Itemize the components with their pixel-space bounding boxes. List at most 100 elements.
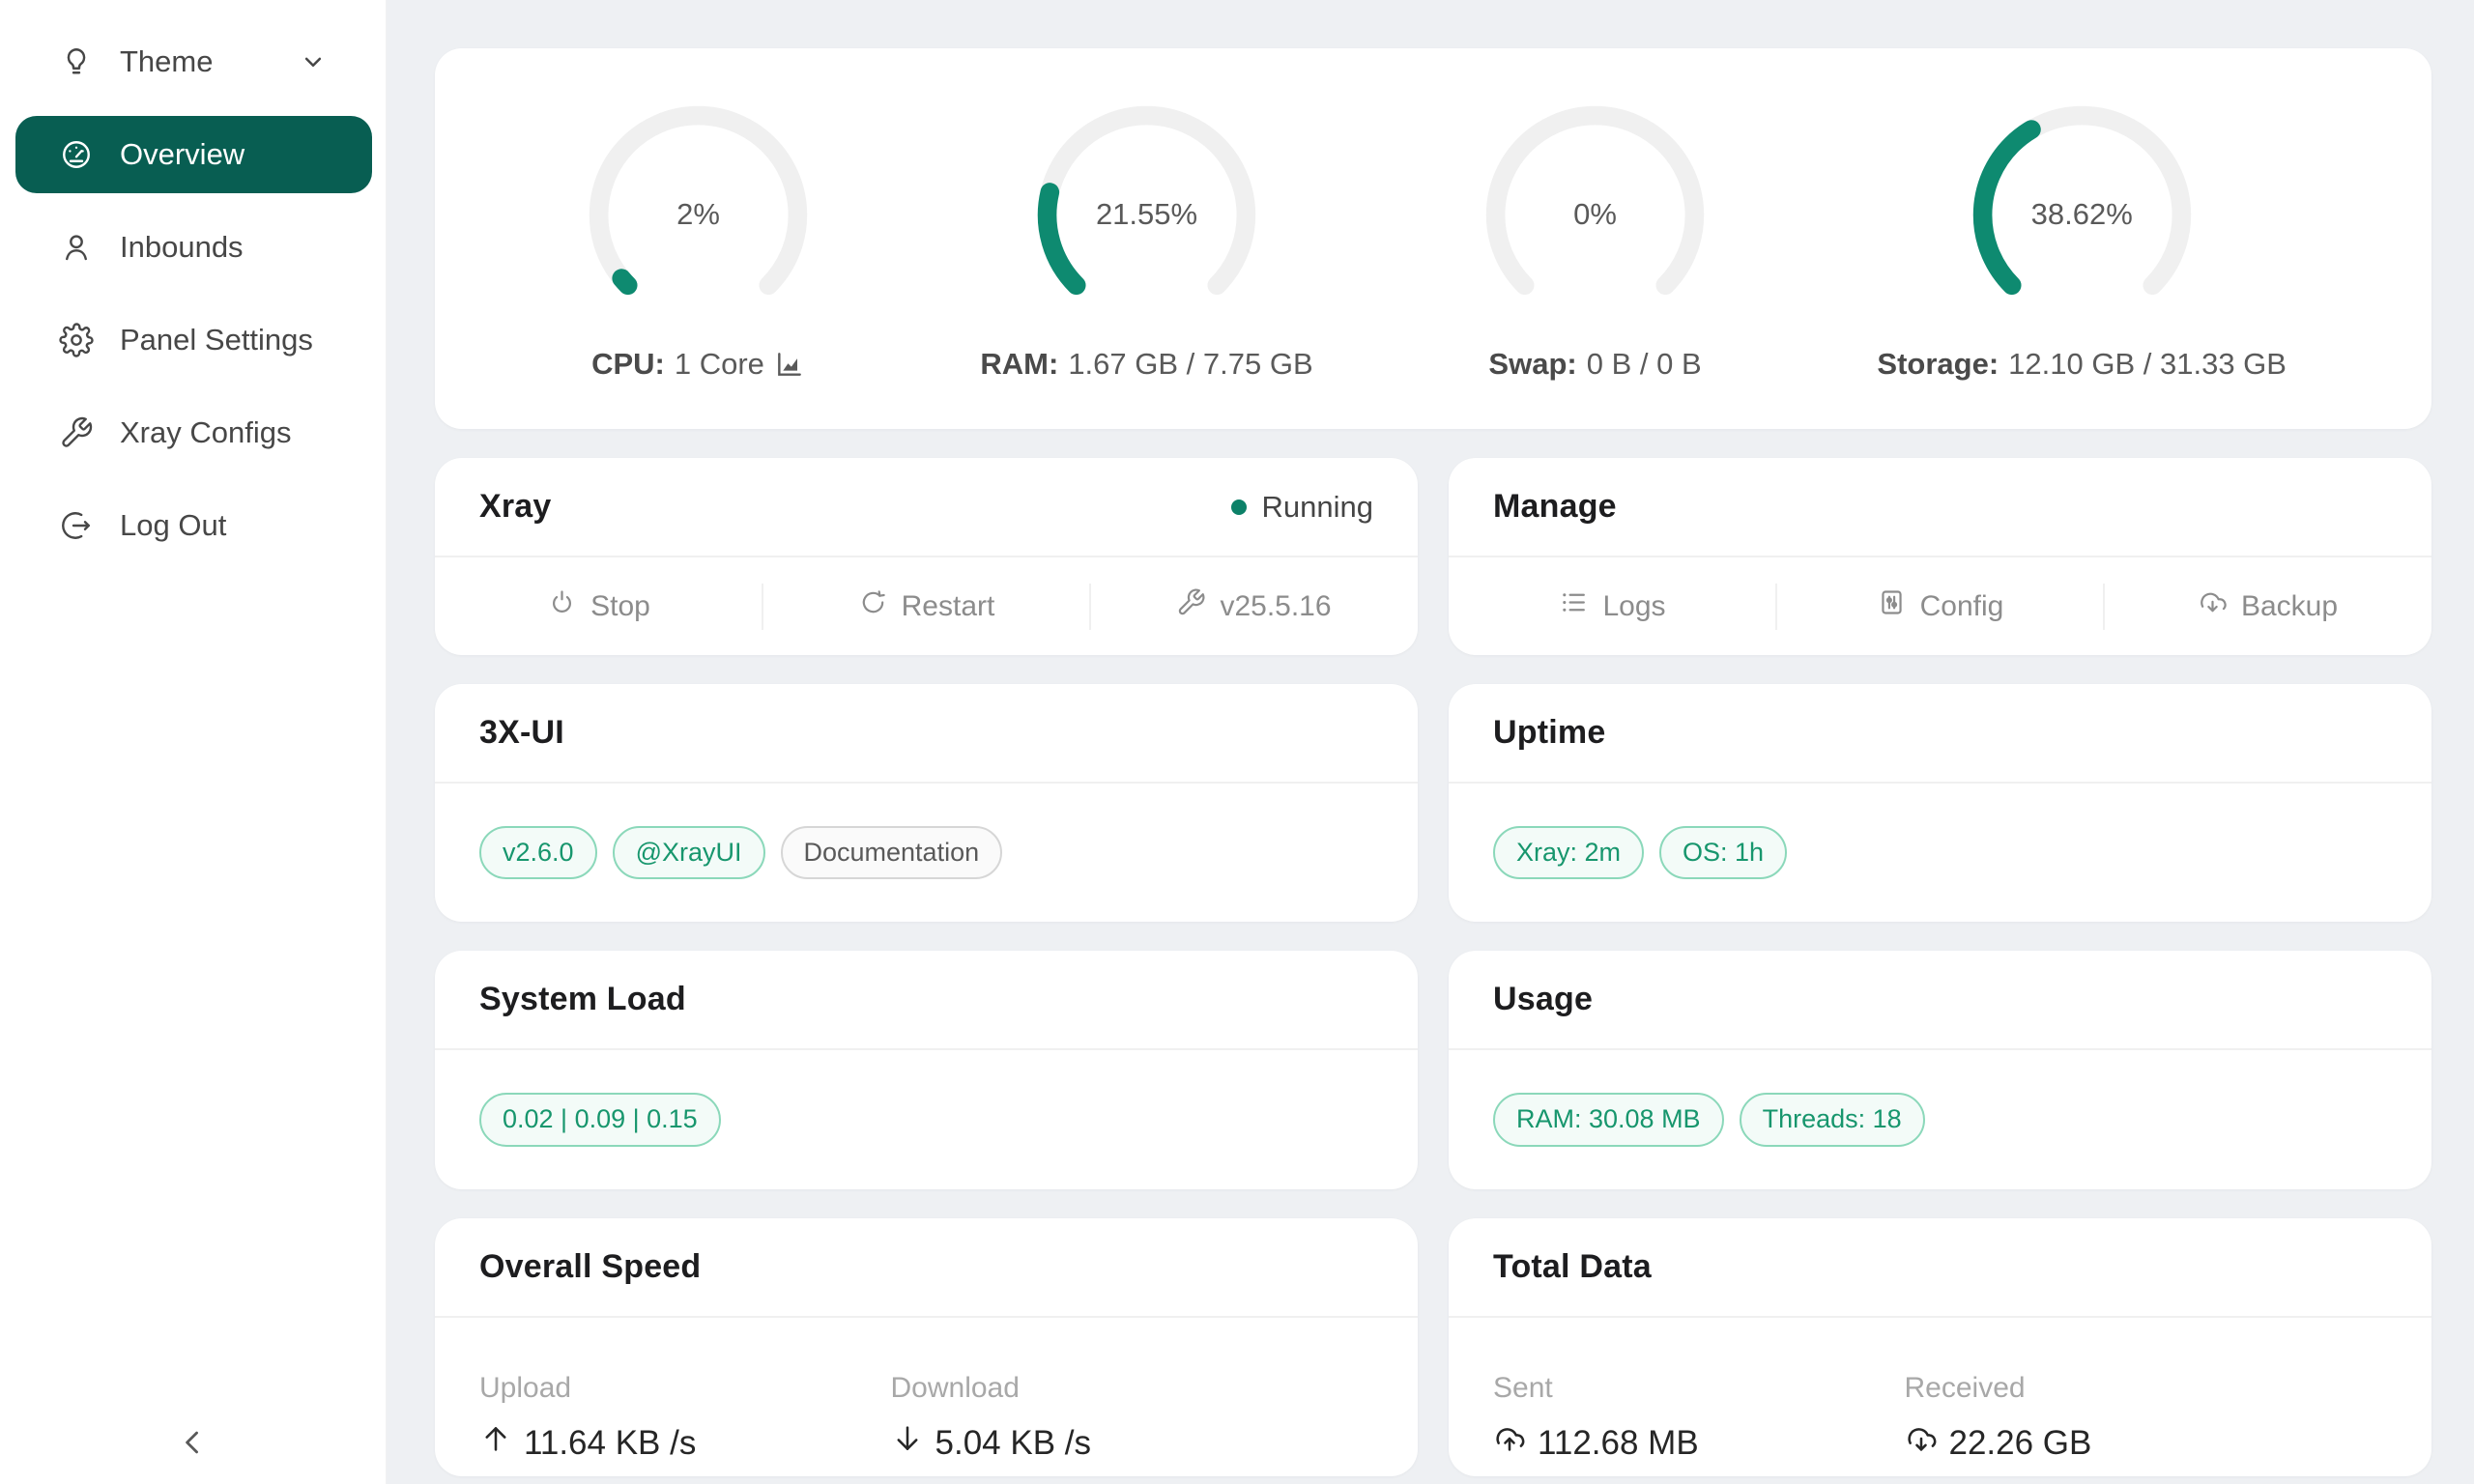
overall-speed-card: Overall Speed Upload 11.64 KB /s Downl — [435, 1218, 1418, 1476]
ram-usage-badge: RAM: 30.08 MB — [1493, 1093, 1724, 1147]
sent-metric: Sent 112.68 MB — [1493, 1372, 1905, 1476]
restart-button[interactable]: Restart — [762, 557, 1090, 655]
dashboard-icon — [58, 136, 95, 173]
sidebar-item-inbounds[interactable]: Inbounds — [15, 209, 372, 286]
app-root: Theme Overview Inbounds — [0, 0, 2474, 1484]
documentation-badge[interactable]: Documentation — [781, 826, 1003, 880]
manage-card-actions: Logs Config Backup — [1449, 557, 2431, 655]
xray-card: Xray Running Stop — [435, 458, 1418, 655]
gauge-cpu-ring: 2% — [580, 97, 817, 333]
lightbulb-icon — [58, 43, 95, 80]
sidebar-item-overview[interactable]: Overview — [15, 116, 372, 193]
sidebar-item-xray-configs[interactable]: Xray Configs — [15, 394, 372, 471]
power-icon — [547, 587, 577, 625]
gauge-ram-label: RAM: 1.67 GB / 7.75 GB — [980, 347, 1312, 382]
config-button[interactable]: Config — [1776, 557, 2104, 655]
upload-metric: Upload 11.64 KB /s — [479, 1372, 891, 1476]
wrench-icon — [1176, 587, 1206, 625]
telegram-badge[interactable]: @XrayUI — [613, 826, 765, 880]
overall-speed-card-title: Overall Speed — [479, 1248, 701, 1286]
xui-card-title: 3X-UI — [479, 714, 564, 752]
cloud-upload-icon — [1493, 1422, 1526, 1464]
total-data-card-header: Total Data — [1449, 1218, 2431, 1318]
uptime-card-body: Xray: 2m OS: 1h — [1449, 784, 2431, 922]
main-content: 2% CPU: 1 Core 21.55% — [387, 0, 2474, 1484]
download-label: Download — [891, 1372, 1303, 1405]
chevron-down-icon — [299, 47, 328, 76]
uptime-card: Uptime Xray: 2m OS: 1h — [1449, 684, 2431, 922]
logout-icon — [58, 507, 95, 544]
usage-card-title: Usage — [1493, 981, 1593, 1018]
sent-value: 112.68 MB — [1493, 1422, 1905, 1464]
system-gauges-card: 2% CPU: 1 Core 21.55% — [435, 48, 2431, 429]
gauge-ram-percent: 21.55% — [1096, 197, 1197, 232]
gauge-cpu-percent: 2% — [676, 197, 720, 232]
xui-card: 3X-UI v2.6.0 @XrayUI Documentation — [435, 684, 1418, 922]
sidebar-item-log-out[interactable]: Log Out — [15, 487, 372, 564]
xray-card-actions: Stop Restart v25.5.16 — [435, 557, 1418, 655]
gauge-ram: 21.55% RAM: 1.67 GB / 7.75 GB — [980, 97, 1312, 382]
xui-card-body: v2.6.0 @XrayUI Documentation — [435, 784, 1418, 922]
restart-icon — [858, 587, 888, 625]
xray-card-header: Xray Running — [435, 458, 1418, 557]
gauge-swap-ring: 0% — [1477, 97, 1713, 333]
backup-button[interactable]: Backup — [2104, 557, 2431, 655]
download-value: 5.04 KB /s — [891, 1422, 1303, 1464]
area-chart-icon[interactable] — [774, 349, 805, 380]
download-metric: Download 5.04 KB /s — [891, 1372, 1303, 1476]
sidebar-item-label: Theme — [120, 44, 213, 79]
overall-speed-card-header: Overall Speed — [435, 1218, 1418, 1318]
sidebar-item-panel-settings[interactable]: Panel Settings — [15, 301, 372, 379]
gauge-storage-ring: 38.62% — [1964, 97, 2201, 333]
xray-card-title: Xray — [479, 488, 552, 526]
sidebar-item-label: Inbounds — [120, 230, 244, 265]
uptime-card-header: Uptime — [1449, 684, 2431, 784]
cloud-download-icon — [2198, 587, 2228, 625]
sidebar-item-label: Xray Configs — [120, 415, 291, 450]
gauge-cpu: 2% CPU: 1 Core — [580, 97, 817, 382]
status-label: Running — [1262, 490, 1373, 525]
xray-version-button[interactable]: v25.5.16 — [1090, 557, 1418, 655]
gauge-swap-percent: 0% — [1573, 197, 1617, 232]
total-data-card: Total Data Sent 112.68 MB Received — [1449, 1218, 2431, 1476]
status-dot — [1231, 499, 1247, 515]
sidebar: Theme Overview Inbounds — [0, 0, 387, 1484]
gauge-ram-ring: 21.55% — [1028, 97, 1265, 333]
stop-button[interactable]: Stop — [435, 557, 762, 655]
manage-card: Manage Logs Config — [1449, 458, 2431, 655]
gauge-storage: 38.62% Storage: 12.10 GB / 31.33 GB — [1877, 97, 2287, 382]
sidebar-item-theme[interactable]: Theme — [15, 23, 372, 100]
user-icon — [58, 229, 95, 266]
xui-card-header: 3X-UI — [435, 684, 1418, 784]
usage-card-body: RAM: 30.08 MB Threads: 18 — [1449, 1050, 2431, 1189]
xray-uptime-badge: Xray: 2m — [1493, 826, 1644, 880]
received-value: 22.26 GB — [1905, 1422, 2316, 1464]
sent-label: Sent — [1493, 1372, 1905, 1405]
upload-label: Upload — [479, 1372, 891, 1405]
gauge-swap: 0% Swap: 0 B / 0 B — [1477, 97, 1713, 382]
xray-status: Running — [1231, 490, 1373, 525]
usage-card-header: Usage — [1449, 951, 2431, 1050]
total-data-metrics: Sent 112.68 MB Received — [1449, 1318, 2431, 1476]
cloud-download-icon — [1905, 1422, 1938, 1464]
version-badge[interactable]: v2.6.0 — [479, 826, 597, 880]
gear-icon — [58, 322, 95, 358]
overall-speed-metrics: Upload 11.64 KB /s Download — [435, 1318, 1418, 1476]
sidebar-collapse-button[interactable] — [0, 1414, 386, 1472]
gauge-swap-label: Swap: 0 B / 0 B — [1488, 347, 1701, 382]
wrench-icon — [58, 414, 95, 451]
received-metric: Received 22.26 GB — [1905, 1372, 2316, 1476]
sidebar-item-label: Overview — [120, 137, 245, 172]
system-load-card: System Load 0.02 | 0.09 | 0.15 — [435, 951, 1418, 1189]
sidebar-item-label: Panel Settings — [120, 323, 313, 357]
chevron-left-icon — [177, 1426, 210, 1462]
sidebar-item-label: Log Out — [120, 508, 226, 543]
manage-card-title: Manage — [1493, 488, 1617, 526]
system-load-card-body: 0.02 | 0.09 | 0.15 — [435, 1050, 1418, 1189]
uptime-card-title: Uptime — [1493, 714, 1605, 752]
gauge-cpu-label: CPU: 1 Core — [591, 347, 805, 382]
gauge-storage-percent: 38.62% — [2031, 197, 2133, 232]
list-icon — [1559, 587, 1589, 625]
load-average-badge: 0.02 | 0.09 | 0.15 — [479, 1093, 721, 1147]
logs-button[interactable]: Logs — [1449, 557, 1776, 655]
